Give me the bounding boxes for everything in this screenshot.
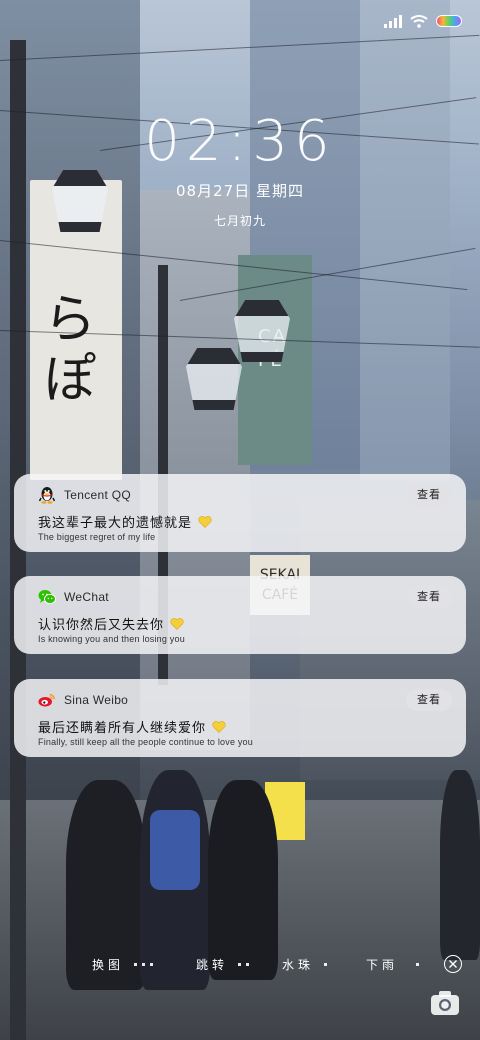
notification-subtext: Is knowing you and then losing you [38, 634, 185, 644]
separator-dots [416, 963, 419, 966]
status-bar [384, 12, 462, 30]
wechat-icon [38, 588, 56, 606]
view-button[interactable]: 查看 [406, 586, 452, 608]
app-name: WeChat [64, 590, 109, 604]
signal-icon [384, 14, 402, 28]
separator-dots [134, 963, 153, 966]
pedestrian [440, 770, 480, 960]
water-drop-button[interactable]: 水珠 [282, 956, 314, 973]
notification-message: 认识你然后又失去你 [38, 614, 184, 633]
rain-button[interactable]: 下雨 [366, 956, 398, 973]
notification-subtext: The biggest regret of my life [38, 532, 156, 542]
weibo-icon [38, 691, 56, 709]
lockscreen-date: 08月27日 星期四 [176, 182, 304, 200]
backpack [150, 810, 200, 890]
change-wallpaper-button[interactable]: 换图 [92, 956, 124, 973]
notification-header: WeChat [38, 588, 109, 606]
wifi-icon [410, 14, 428, 28]
close-icon[interactable] [444, 955, 462, 973]
jump-button[interactable]: 跳转 [196, 956, 228, 973]
notification-qq[interactable]: Tencent QQ 查看 我这辈子最大的遗憾就是 The biggest re… [14, 474, 466, 552]
notification-wechat[interactable]: WeChat 查看 认识你然后又失去你 Is knowing you and t… [14, 576, 466, 654]
message-text: 我这辈子最大的遗憾就是 [38, 516, 193, 531]
street-lamp [234, 300, 290, 362]
notification-subtext: Finally, still keep all the people conti… [38, 737, 253, 747]
notification-message: 我这辈子最大的遗憾就是 [38, 512, 212, 531]
yellow-heart-icon [198, 515, 212, 528]
pedestrian [208, 780, 278, 980]
separator-dots [324, 963, 327, 966]
separator-dots [238, 963, 249, 966]
view-button[interactable]: 查看 [406, 484, 452, 506]
app-name: Sina Weibo [64, 693, 129, 707]
notification-header: Sina Weibo [38, 691, 128, 709]
yellow-heart-icon [212, 720, 226, 733]
battery-icon [436, 15, 462, 27]
street-lamp [186, 348, 242, 410]
camera-icon[interactable] [430, 990, 460, 1016]
notification-header: Tencent QQ [38, 486, 131, 504]
notification-message: 最后还瞒着所有人继续爱你 [38, 717, 226, 736]
yellow-heart-icon [170, 617, 184, 630]
qq-penguin-icon [38, 486, 56, 504]
view-button[interactable]: 查看 [406, 689, 452, 711]
lunar-date: 七月初九 [213, 214, 266, 228]
message-text: 最后还瞒着所有人继续爱你 [38, 721, 207, 736]
lockscreen-time: 02:36 [144, 109, 336, 174]
message-text: 认识你然后又失去你 [38, 618, 165, 633]
building [140, 190, 250, 750]
app-name: Tencent QQ [64, 488, 132, 502]
wallpaper-controls: 换图 跳转 水珠 下雨 [0, 952, 480, 976]
building [360, 0, 450, 480]
notification-weibo[interactable]: Sina Weibo 查看 最后还瞒着所有人继续爱你 Finally, stil… [14, 679, 466, 757]
